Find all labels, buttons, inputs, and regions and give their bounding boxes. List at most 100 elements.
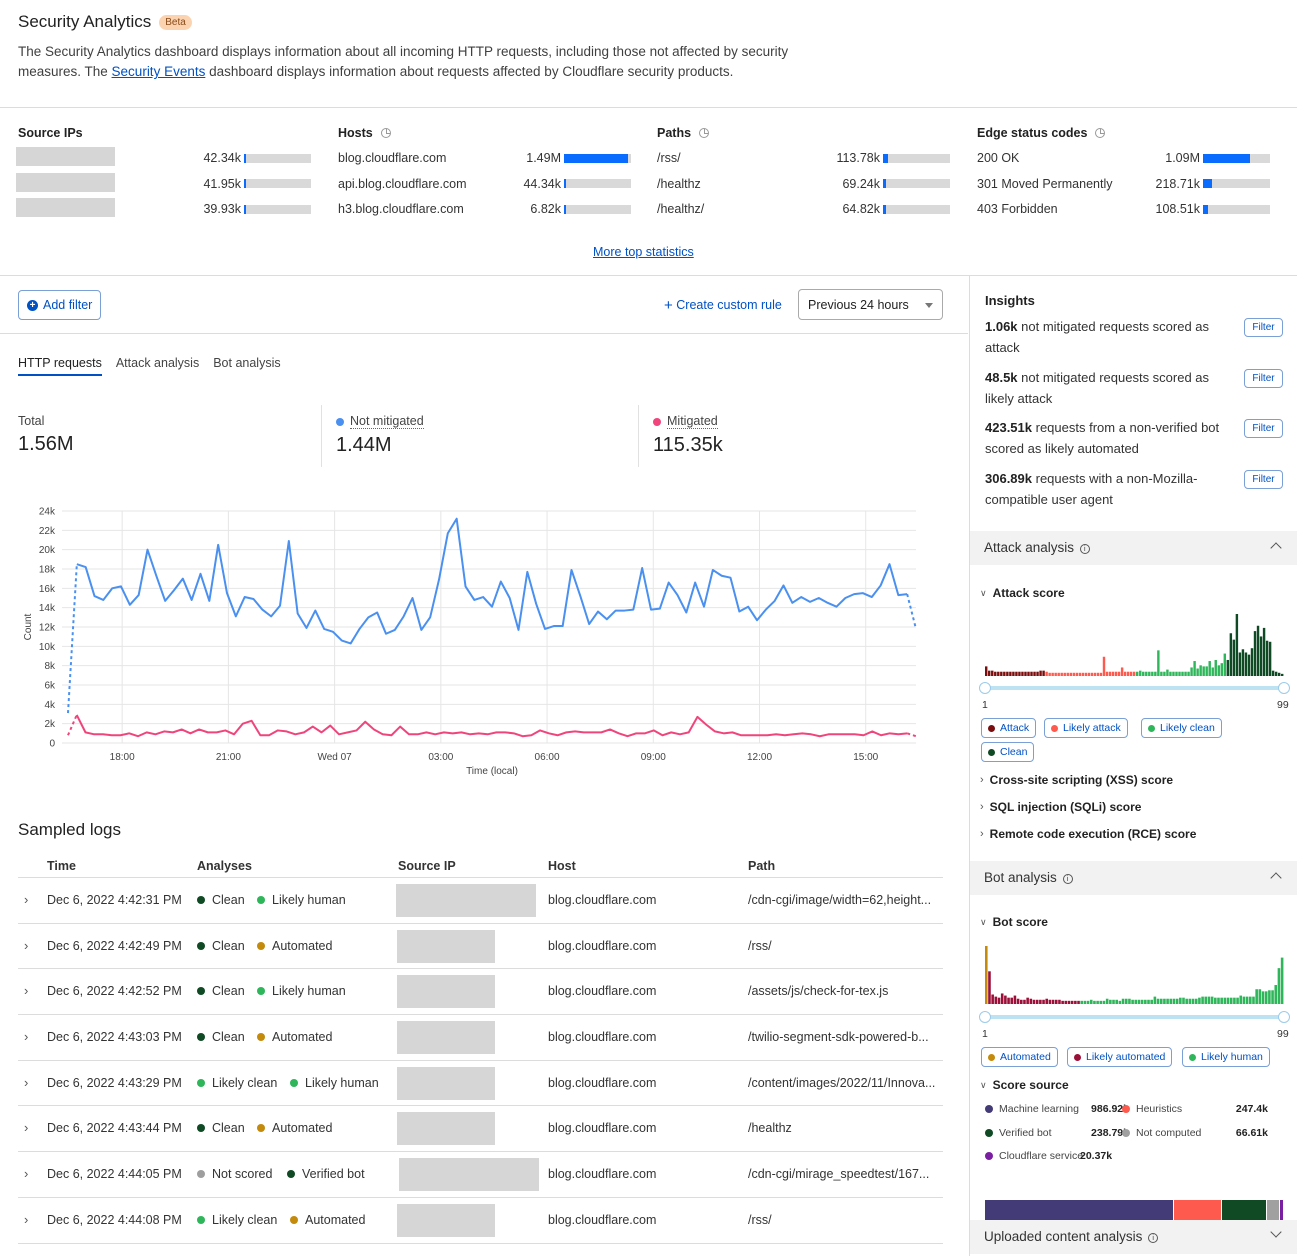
score-source-item[interactable]: Cloudflare service 20.37k bbox=[985, 1150, 1145, 1162]
score-source-item[interactable]: Machine learning 986.92k bbox=[985, 1103, 1145, 1115]
bot-score-bar bbox=[1172, 998, 1176, 1004]
stat-row[interactable]: /rss/113.78k bbox=[657, 149, 950, 167]
legend-dot-icon bbox=[1122, 1105, 1130, 1113]
stat-row[interactable]: api.blog.cloudflare.com 44.34k bbox=[338, 175, 631, 193]
expand-chevron-icon[interactable]: › bbox=[24, 1212, 28, 1227]
bot-chip-likely-automated[interactable]: Likely automated bbox=[1067, 1047, 1173, 1067]
slider-min-handle[interactable] bbox=[979, 682, 991, 694]
uploaded-content-header[interactable]: Uploaded content analysis i bbox=[970, 1220, 1297, 1254]
analysis-badge: Clean bbox=[197, 1030, 245, 1044]
expand-chevron-icon[interactable]: › bbox=[24, 983, 28, 998]
chevron-up-icon[interactable] bbox=[1270, 872, 1282, 884]
info-icon[interactable]: i bbox=[1079, 544, 1090, 554]
analysis-badge: Automated bbox=[257, 1030, 332, 1044]
pie-chart-icon[interactable] bbox=[699, 128, 710, 138]
attack-analysis-header[interactable]: Attack analysis i bbox=[970, 531, 1297, 565]
table-row[interactable]: › Dec 6, 2022 4:44:08 PM Likely clean Autom… bbox=[18, 1198, 943, 1244]
stat-row[interactable]: blog.cloudflare.com 1.49M bbox=[338, 149, 631, 167]
stat-row[interactable]: /healthz 69.24k bbox=[657, 175, 950, 193]
attack-chip-attack[interactable]: Attack bbox=[981, 718, 1037, 738]
bot-score-bar bbox=[1261, 991, 1265, 1004]
log-path: /healthz bbox=[748, 1121, 792, 1136]
slider-max-handle[interactable] bbox=[1278, 682, 1290, 694]
score-section-toggle[interactable]: › Remote code execution (RCE) score bbox=[980, 827, 1196, 841]
create-custom-rule-button[interactable]: + Create custom rule bbox=[664, 297, 782, 314]
stat-row[interactable]: 39.93k bbox=[16, 198, 311, 218]
bot-chip-automated[interactable]: Automated bbox=[981, 1047, 1058, 1067]
stat-row[interactable]: 403 Forbidden 108.51k bbox=[977, 200, 1270, 218]
bot-chip-likely-human[interactable]: Likely human bbox=[1182, 1047, 1270, 1067]
column-header-host[interactable]: Host bbox=[548, 859, 576, 873]
attack-score-toggle[interactable]: ∨ Attack score bbox=[980, 586, 1065, 600]
score-section-toggle[interactable]: › Cross-site scripting (XSS) score bbox=[980, 773, 1173, 787]
attack-score-bar bbox=[1262, 627, 1266, 676]
expand-chevron-icon[interactable]: › bbox=[24, 892, 28, 907]
top-statistics: Source IPs Hosts Paths Edge status codes… bbox=[0, 118, 1309, 259]
table-row[interactable]: › Dec 6, 2022 4:43:03 PM Clean Automated blo… bbox=[18, 1015, 943, 1061]
bot-score-toggle[interactable]: ∨ Bot score bbox=[980, 915, 1048, 929]
time-range-select[interactable]: Previous 24 hours bbox=[798, 289, 943, 320]
stat-value: 6.82k bbox=[530, 202, 561, 216]
table-row[interactable]: › Dec 6, 2022 4:42:52 PM Clean Likely human… bbox=[18, 969, 943, 1016]
more-top-statistics-link[interactable]: More top statistics bbox=[593, 245, 694, 259]
column-header-time[interactable]: Time bbox=[47, 859, 76, 873]
mitigated-block[interactable]: Mitigated 115.35k bbox=[653, 405, 723, 467]
expand-chevron-icon[interactable]: › bbox=[24, 1120, 28, 1135]
column-header-path[interactable]: Path bbox=[748, 859, 775, 873]
table-row[interactable]: › Dec 6, 2022 4:42:31 PM Clean Likely human… bbox=[18, 878, 943, 924]
insight-filter-button[interactable]: Filter bbox=[1244, 318, 1283, 337]
expand-chevron-icon[interactable]: › bbox=[24, 1075, 28, 1090]
slider-max-handle[interactable] bbox=[1278, 1011, 1290, 1023]
table-row[interactable]: › Dec 6, 2022 4:43:29 PM Likely clean Likel… bbox=[18, 1061, 943, 1107]
attack-score-slider[interactable] bbox=[979, 682, 1290, 694]
analysis-tabs: HTTP requests Attack analysis Bot analys… bbox=[18, 356, 281, 376]
tab-http-requests[interactable]: HTTP requests bbox=[18, 356, 102, 376]
score-section-toggle[interactable]: › SQL injection (SQLi) score bbox=[980, 800, 1141, 814]
bot-score-slider[interactable] bbox=[979, 1011, 1290, 1023]
table-row[interactable]: › Dec 6, 2022 4:42:49 PM Clean Automated blo… bbox=[18, 924, 943, 970]
pie-chart-icon[interactable] bbox=[380, 128, 391, 138]
stat-row[interactable]: 41.95k bbox=[16, 172, 311, 193]
bot-analysis-header[interactable]: Bot analysis i bbox=[970, 861, 1297, 895]
attack-chip-clean[interactable]: Clean bbox=[981, 742, 1035, 762]
y-tick-label: 20k bbox=[39, 545, 56, 556]
stat-row[interactable]: 42.34k bbox=[16, 147, 311, 167]
expand-chevron-icon[interactable]: › bbox=[24, 1166, 28, 1181]
tab-bot-analysis[interactable]: Bot analysis bbox=[213, 356, 280, 376]
chevron-down-icon[interactable] bbox=[1270, 1226, 1282, 1238]
attack-score-bar bbox=[1256, 625, 1260, 676]
not-mitigated-block[interactable]: Not mitigated 1.44M bbox=[336, 405, 424, 467]
chevron-up-icon[interactable] bbox=[1270, 542, 1282, 554]
log-time: Dec 6, 2022 4:43:29 PM bbox=[47, 1075, 182, 1090]
column-header-source-ip[interactable]: Source IP bbox=[398, 859, 456, 873]
stat-row[interactable]: 200 OK 1.09M bbox=[977, 149, 1270, 167]
insight-filter-button[interactable]: Filter bbox=[1244, 369, 1283, 388]
legend-dot-icon bbox=[985, 1105, 993, 1113]
column-header-analyses[interactable]: Analyses bbox=[197, 859, 252, 873]
insight-filter-button[interactable]: Filter bbox=[1244, 419, 1283, 438]
stat-row[interactable]: h3.blog.cloudflare.com 6.82k bbox=[338, 200, 631, 218]
stat-row[interactable]: 301 Moved Permanently 218.71k bbox=[977, 175, 1270, 193]
attack-chip-likely-attack[interactable]: Likely attack bbox=[1044, 718, 1128, 738]
total-label: Total bbox=[18, 414, 45, 428]
score-source-item[interactable]: Not computed 66.61k bbox=[1122, 1127, 1282, 1139]
pie-chart-icon[interactable] bbox=[1095, 128, 1106, 138]
insight-filter-button[interactable]: Filter bbox=[1244, 470, 1283, 489]
score-source-item[interactable]: Verified bot 238.79k bbox=[985, 1127, 1145, 1139]
expand-chevron-icon[interactable]: › bbox=[24, 1029, 28, 1044]
stat-value: 42.34k bbox=[203, 151, 241, 165]
table-row[interactable]: › Dec 6, 2022 4:44:05 PM Not scored Verifie… bbox=[18, 1152, 943, 1198]
stat-row[interactable]: /healthz/64.82k bbox=[657, 200, 950, 218]
add-filter-button[interactable]: + Add filter bbox=[18, 290, 102, 320]
info-icon[interactable]: i bbox=[1148, 1233, 1159, 1243]
tab-attack-analysis[interactable]: Attack analysis bbox=[116, 356, 199, 376]
security-events-link[interactable]: Security Events bbox=[112, 64, 206, 79]
expand-chevron-icon[interactable]: › bbox=[24, 938, 28, 953]
score-source-item[interactable]: Heuristics 247.4k bbox=[1122, 1103, 1282, 1115]
info-icon[interactable]: i bbox=[1062, 874, 1073, 884]
score-source-toggle[interactable]: ∨ Score source bbox=[980, 1078, 1069, 1092]
bot-score-bar bbox=[1201, 996, 1204, 1004]
slider-min-handle[interactable] bbox=[979, 1011, 991, 1023]
attack-chip-likely-clean[interactable]: Likely clean bbox=[1141, 718, 1222, 738]
table-row[interactable]: › Dec 6, 2022 4:43:44 PM Clean Automated blo… bbox=[18, 1106, 943, 1153]
